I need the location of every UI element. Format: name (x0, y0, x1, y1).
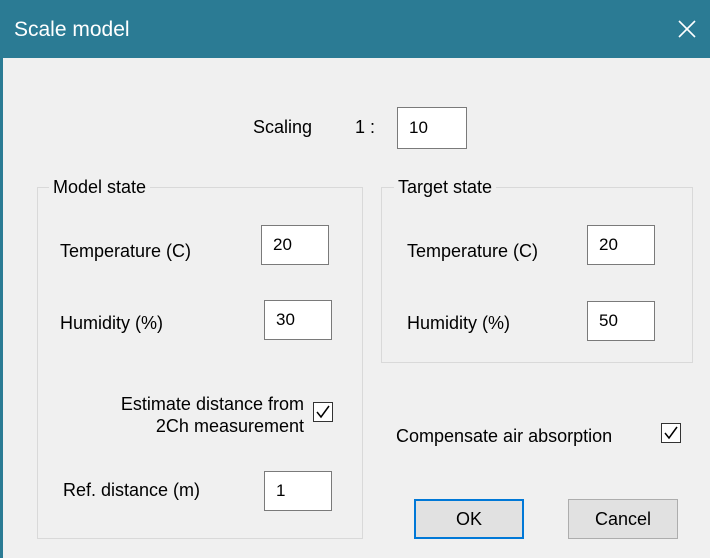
checkmark-icon (316, 405, 330, 419)
estimate-distance-label: Estimate distance from 2Ch measurement (60, 393, 304, 437)
window-title: Scale model (14, 18, 130, 41)
scaling-prefix: 1 : (355, 117, 376, 137)
ref-distance-label: Ref. distance (m) (63, 480, 201, 500)
scaling-label: Scaling (253, 117, 313, 137)
scale-model-dialog: Scale model Scaling 1 : Model state Temp… (0, 0, 710, 558)
model-humidity-label: Humidity (%) (60, 313, 164, 333)
compensate-label: Compensate air absorption (396, 426, 613, 446)
target-humidity-input[interactable] (587, 301, 655, 341)
target-temperature-label: Temperature (C) (407, 241, 539, 261)
close-icon (678, 20, 696, 38)
title-bar[interactable]: Scale model (0, 0, 710, 58)
compensate-checkbox[interactable] (661, 423, 681, 443)
close-button[interactable] (664, 0, 710, 58)
scaling-input[interactable] (397, 107, 467, 149)
model-humidity-input[interactable] (264, 300, 332, 340)
model-temperature-label: Temperature (C) (60, 241, 192, 261)
window-border (0, 58, 3, 558)
estimate-distance-checkbox[interactable] (313, 402, 333, 422)
target-humidity-label: Humidity (%) (407, 313, 511, 333)
target-state-title: Target state (394, 176, 497, 198)
estimate-distance-label-line1: Estimate distance from (120, 394, 304, 414)
ref-distance-input[interactable] (264, 471, 332, 511)
cancel-button[interactable]: Cancel (568, 499, 678, 539)
estimate-distance-label-line2: 2Ch measurement (155, 416, 304, 436)
model-temperature-input[interactable] (261, 225, 329, 265)
checkmark-icon (664, 426, 678, 440)
model-state-title: Model state (49, 176, 151, 198)
ok-button[interactable]: OK (414, 499, 524, 539)
target-temperature-input[interactable] (587, 225, 655, 265)
